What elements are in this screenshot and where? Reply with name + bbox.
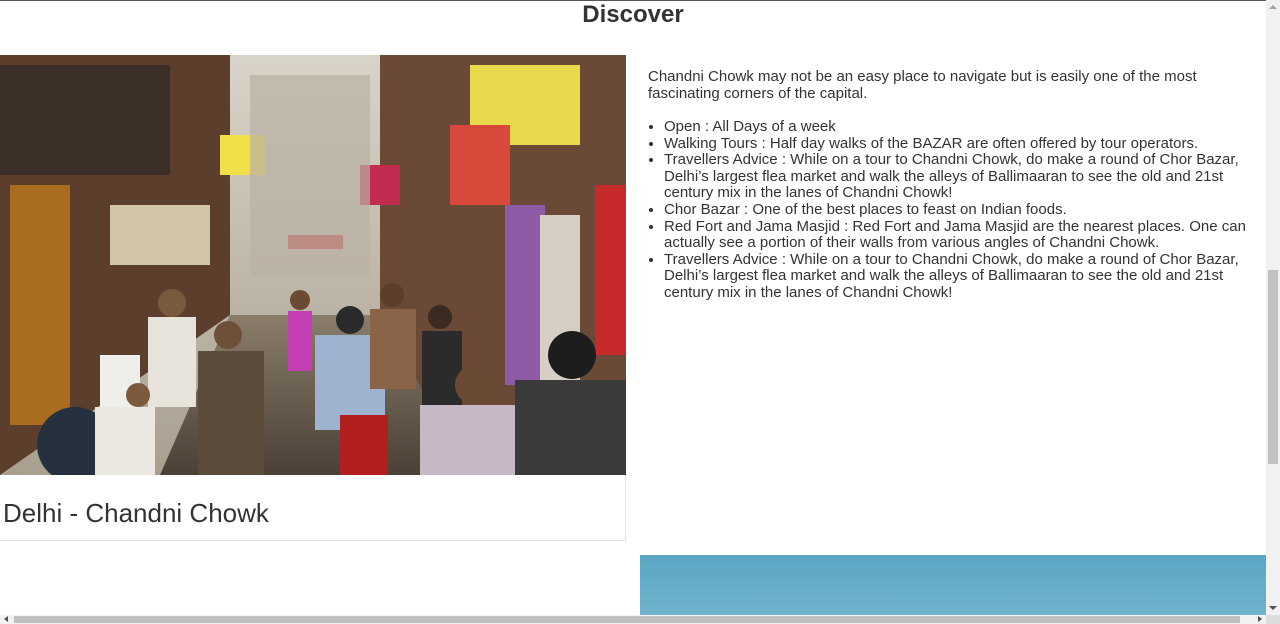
vertical-scroll-thumb[interactable] [1268,270,1278,464]
scroll-up-arrow-icon[interactable] [1266,0,1280,14]
market-photo [0,55,626,475]
list-item: Chor Bazar : One of the best places to f… [664,201,1264,219]
destination-card[interactable]: Delhi - Chandni Chowk [0,55,626,541]
list-item: Walking Tours : Half day walks of the BA… [664,135,1264,153]
scroll-down-arrow-icon[interactable] [1266,601,1280,615]
page-title: Discover [582,1,684,28]
next-destination-photo[interactable] [640,555,1266,615]
destination-details-list: Open : All Days of a week Walking Tours … [648,118,1264,302]
horizontal-scrollbar[interactable] [0,615,1266,624]
list-item: Travellers Advice : While on a tour to C… [664,151,1264,202]
horizontal-scroll-thumb[interactable] [14,616,1240,623]
list-item: Red Fort and Jama Masjid : Red Fort and … [664,218,1264,252]
card-caption[interactable]: Delhi - Chandni Chowk [3,498,269,528]
scrollbar-corner [1266,615,1280,624]
list-item: Travellers Advice : While on a tour to C… [664,251,1264,302]
scroll-left-arrow-icon[interactable] [0,615,12,624]
scroll-right-arrow-icon[interactable] [1254,615,1266,624]
list-item: Open : All Days of a week [664,118,1264,136]
vertical-scrollbar[interactable] [1266,0,1280,615]
destination-intro: Chandni Chowk may not be an easy place t… [648,68,1197,102]
